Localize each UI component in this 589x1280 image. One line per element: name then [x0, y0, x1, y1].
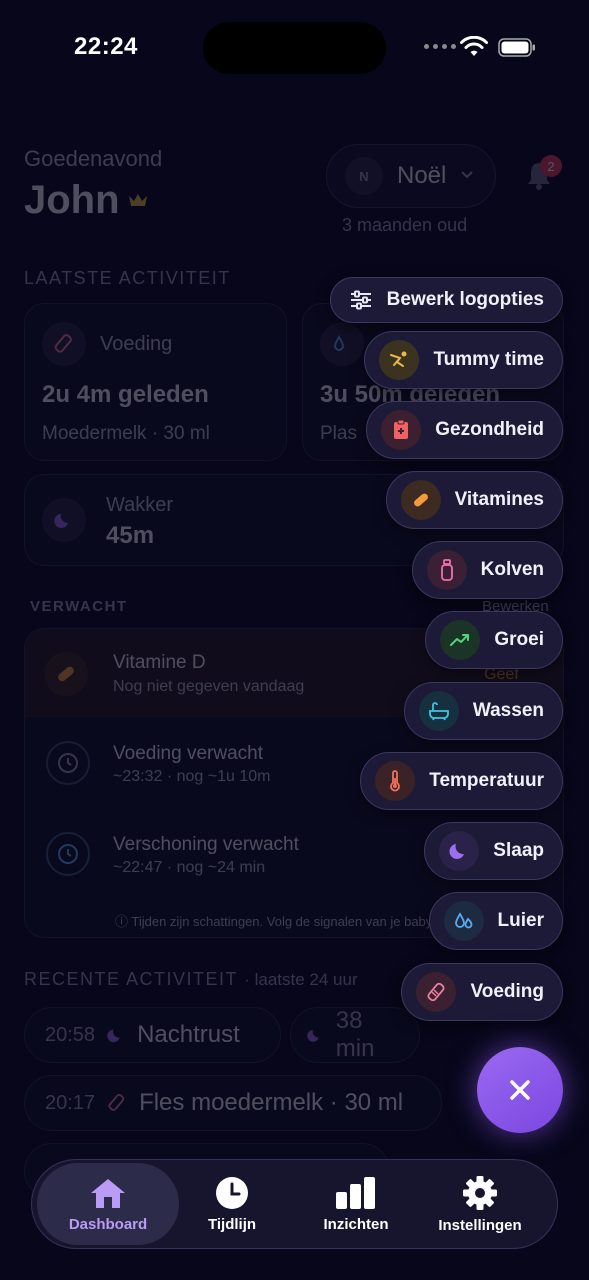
thermometer-icon [375, 761, 416, 801]
status-time: 22:24 [74, 33, 138, 60]
close-icon [510, 1080, 530, 1100]
diaper-expected-subtitle: ~22:47 · nog ~24 min [113, 859, 266, 876]
recent-item[interactable]: 20:17 Fles moedermelk · 30 ml [24, 1075, 442, 1131]
bar-chart-icon [336, 1176, 375, 1209]
clock-icon [46, 741, 90, 785]
recent-item-time: 20:58 [45, 1023, 96, 1046]
sliders-icon [350, 290, 371, 310]
home-icon [91, 1178, 125, 1208]
user-name: John [24, 178, 120, 222]
log-health-button[interactable]: Gezondheid [366, 401, 563, 459]
feeding-expected-title: Voeding verwacht [113, 743, 263, 764]
child-name: Noël [397, 162, 447, 189]
menu-label: Wassen [472, 700, 544, 721]
menu-label: Tummy time [433, 349, 544, 370]
diaper-expected-title: Verschoning verwacht [113, 834, 299, 855]
pill-icon [400, 480, 441, 520]
pill-icon [44, 652, 88, 696]
feeding-bottle-icon [108, 1094, 125, 1111]
dynamic-island [203, 22, 386, 74]
clipboard-icon [381, 410, 422, 450]
menu-label: Slaap [493, 840, 544, 861]
close-menu-button[interactable] [477, 1047, 563, 1133]
feeding-bottle-icon [42, 322, 86, 366]
recent-duration-chip: 38 min [290, 1007, 420, 1063]
log-pumping-button[interactable]: Kolven [411, 541, 563, 599]
recent-item[interactable]: 20:58 Nachtrust [24, 1007, 281, 1063]
tab-label: Instellingen [438, 1216, 522, 1234]
greeting: Goedenavond [24, 146, 163, 171]
expected-note-text: Tijden zijn schattingen. Volg de signale… [131, 914, 435, 929]
trend-up-icon [440, 620, 481, 660]
droplets-icon [320, 322, 364, 366]
awake-label: Wakker [106, 494, 174, 516]
log-bath-button[interactable]: Wassen [403, 682, 563, 740]
recent-title: RECENTE ACTIVITEIT · laatste 24 uur [24, 969, 358, 990]
recent-item-label: Nachtrust [137, 1021, 240, 1048]
recent-item-time: 20:17 [45, 1091, 96, 1114]
log-feeding-button[interactable]: Voeding [401, 963, 563, 1021]
log-growth-button[interactable]: Groei [425, 611, 563, 669]
log-temperature-button[interactable]: Temperatuur [360, 752, 563, 810]
signal-icon [424, 44, 456, 49]
child-avatar: N [345, 157, 383, 195]
menu-label: Voeding [470, 981, 544, 1002]
log-vitamins-button[interactable]: Vitamines [385, 471, 563, 529]
child-age: 3 maanden oud [342, 215, 468, 235]
feeding-bottle-icon [416, 972, 457, 1012]
tab-label: Dashboard [68, 1215, 148, 1233]
menu-label: Temperatuur [429, 770, 544, 791]
edit-log-options-button[interactable]: Bewerk logopties [329, 277, 563, 323]
bathtub-icon [418, 691, 459, 731]
log-sleep-button[interactable]: Slaap [424, 822, 563, 880]
moon-icon [42, 498, 86, 542]
moon-icon [107, 1029, 120, 1043]
notification-badge: 2 [540, 155, 562, 177]
menu-label: Vitamines [454, 489, 544, 510]
awake-value: 45m [106, 522, 155, 549]
moon-icon [439, 831, 480, 871]
recent-range: · laatste 24 uur [244, 970, 358, 989]
crown-icon [129, 194, 147, 206]
tab-timeline[interactable]: Tijdlijn [182, 1163, 282, 1245]
battery-icon [498, 38, 535, 57]
feeding-detail: Moedermelk · 30 ml [42, 423, 210, 444]
tab-insights[interactable]: Inzichten [306, 1163, 406, 1245]
tab-label: Inzichten [323, 1215, 389, 1233]
recent-item-label: Fles moedermelk · 30 ml [139, 1089, 404, 1116]
log-diaper-button[interactable]: Luier [428, 892, 563, 950]
expected-title: VERWACHT [30, 598, 128, 615]
last-activity-title: LAATSTE ACTIVITEIT [24, 268, 231, 288]
droplets-icon [443, 901, 484, 941]
clock-icon [46, 832, 90, 876]
vitamin-subtitle: Nog niet gegeven vandaag [113, 678, 305, 695]
log-tummy-time-button[interactable]: Tummy time [364, 331, 563, 389]
tab-dashboard[interactable]: Dashboard [37, 1163, 179, 1245]
bottle-icon [426, 550, 467, 590]
tab-settings[interactable]: Instellingen [430, 1163, 530, 1245]
recent-duration: 38 min [335, 1007, 375, 1062]
chevron-down-icon [461, 171, 473, 179]
menu-label: Gezondheid [435, 419, 544, 440]
feeding-expected-subtitle: ~23:32 · nog ~1u 10m [113, 768, 271, 785]
feeding-label: Voeding [100, 333, 173, 355]
recent-title-text: RECENTE ACTIVITEIT [24, 969, 238, 989]
feeding-value: 2u 4m geleden [42, 381, 209, 408]
moon-icon [307, 1029, 319, 1042]
wifi-icon [460, 36, 488, 56]
clock-icon [216, 1176, 248, 1209]
vitamin-title: Vitamine D [113, 652, 206, 673]
menu-label: Kolven [480, 559, 544, 580]
edit-log-options-label: Bewerk logopties [386, 289, 544, 310]
tummy-time-icon [379, 340, 420, 380]
tab-label: Tijdlijn [207, 1215, 257, 1233]
gear-icon [463, 1175, 497, 1210]
diaper-detail: Plas [320, 423, 357, 444]
menu-label: Groei [494, 629, 544, 650]
menu-label: Luier [497, 910, 544, 931]
